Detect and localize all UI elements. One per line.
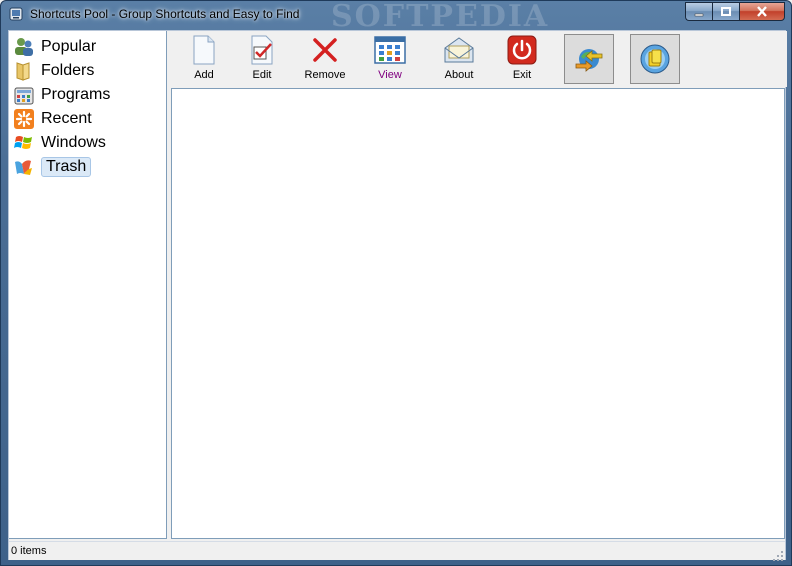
remove-button[interactable]: Remove	[303, 33, 347, 85]
sidebar-item-label: Windows	[41, 134, 106, 151]
users-icon	[13, 36, 35, 58]
exit-label: Exit	[512, 69, 532, 81]
sidebar-item-label: Programs	[41, 86, 111, 103]
sidebar-item-label: Folders	[41, 62, 95, 79]
recent-icon	[13, 108, 35, 130]
window-title: Shortcuts Pool - Group Shortcuts and Eas…	[30, 7, 300, 21]
about-label: About	[444, 69, 474, 81]
caption-buttons	[685, 2, 785, 21]
sidebar-item-label: Trash	[41, 157, 92, 177]
add-label: Add	[194, 69, 214, 81]
sidebar-item-label: Popular	[41, 38, 97, 55]
exit-button[interactable]: Exit	[506, 33, 538, 85]
shortcut-tool-button[interactable]	[564, 34, 614, 84]
edit-button[interactable]: Edit	[245, 33, 279, 85]
app-icon[interactable]	[8, 6, 24, 22]
shortcuts-list-view[interactable]	[171, 88, 785, 539]
folder-icon	[13, 60, 35, 82]
transfer-icon	[572, 42, 606, 76]
add-icon	[187, 33, 221, 67]
status-bar: 0 items	[9, 541, 785, 561]
tray-tool-button[interactable]	[630, 34, 680, 84]
sidebar-item-windows[interactable]: Windows	[13, 131, 106, 155]
minimize-icon	[694, 13, 704, 16]
sidebar-item-folders[interactable]: Folders	[13, 59, 94, 83]
maximize-button[interactable]	[712, 2, 739, 21]
edit-icon	[245, 33, 279, 67]
calculator-icon	[13, 84, 35, 106]
resize-grip-icon[interactable]	[772, 547, 784, 561]
toolbar: Add Edit Remove View About Exit	[169, 31, 787, 87]
about-button[interactable]: About	[439, 33, 479, 85]
app-window: Shortcuts Pool - Group Shortcuts and Eas…	[0, 0, 792, 566]
sidebar-item-recent[interactable]: Recent	[13, 107, 92, 131]
sidebar-item-trash[interactable]: Trash	[13, 155, 92, 179]
add-button[interactable]: Add	[187, 33, 221, 85]
remove-icon	[308, 33, 342, 67]
view-label: View	[378, 69, 402, 81]
sidebar-item-popular[interactable]: Popular	[13, 35, 96, 59]
windows-logo-icon	[13, 132, 35, 154]
close-icon	[757, 6, 767, 17]
envelope-icon	[442, 33, 476, 67]
status-text: 0 items	[11, 545, 47, 557]
close-button[interactable]	[739, 2, 785, 21]
view-icon	[373, 33, 407, 67]
edit-label: Edit	[252, 69, 272, 81]
watermark: SOFTPEDIA	[331, 0, 550, 34]
minimize-button[interactable]	[685, 2, 712, 21]
sidebar-item-label: Recent	[41, 110, 92, 127]
trash-icon	[13, 156, 35, 178]
title-bar[interactable]: Shortcuts Pool - Group Shortcuts and Eas…	[1, 0, 791, 34]
remove-label: Remove	[304, 69, 346, 81]
globe-note-icon	[638, 42, 672, 76]
category-sidebar[interactable]: Popular Folders Programs Recent Windows …	[9, 31, 167, 539]
power-icon	[505, 33, 539, 67]
view-button[interactable]: View	[373, 33, 407, 85]
sidebar-item-programs[interactable]: Programs	[13, 83, 110, 107]
client-area: Popular Folders Programs Recent Windows …	[8, 30, 787, 561]
maximize-icon	[721, 6, 731, 16]
